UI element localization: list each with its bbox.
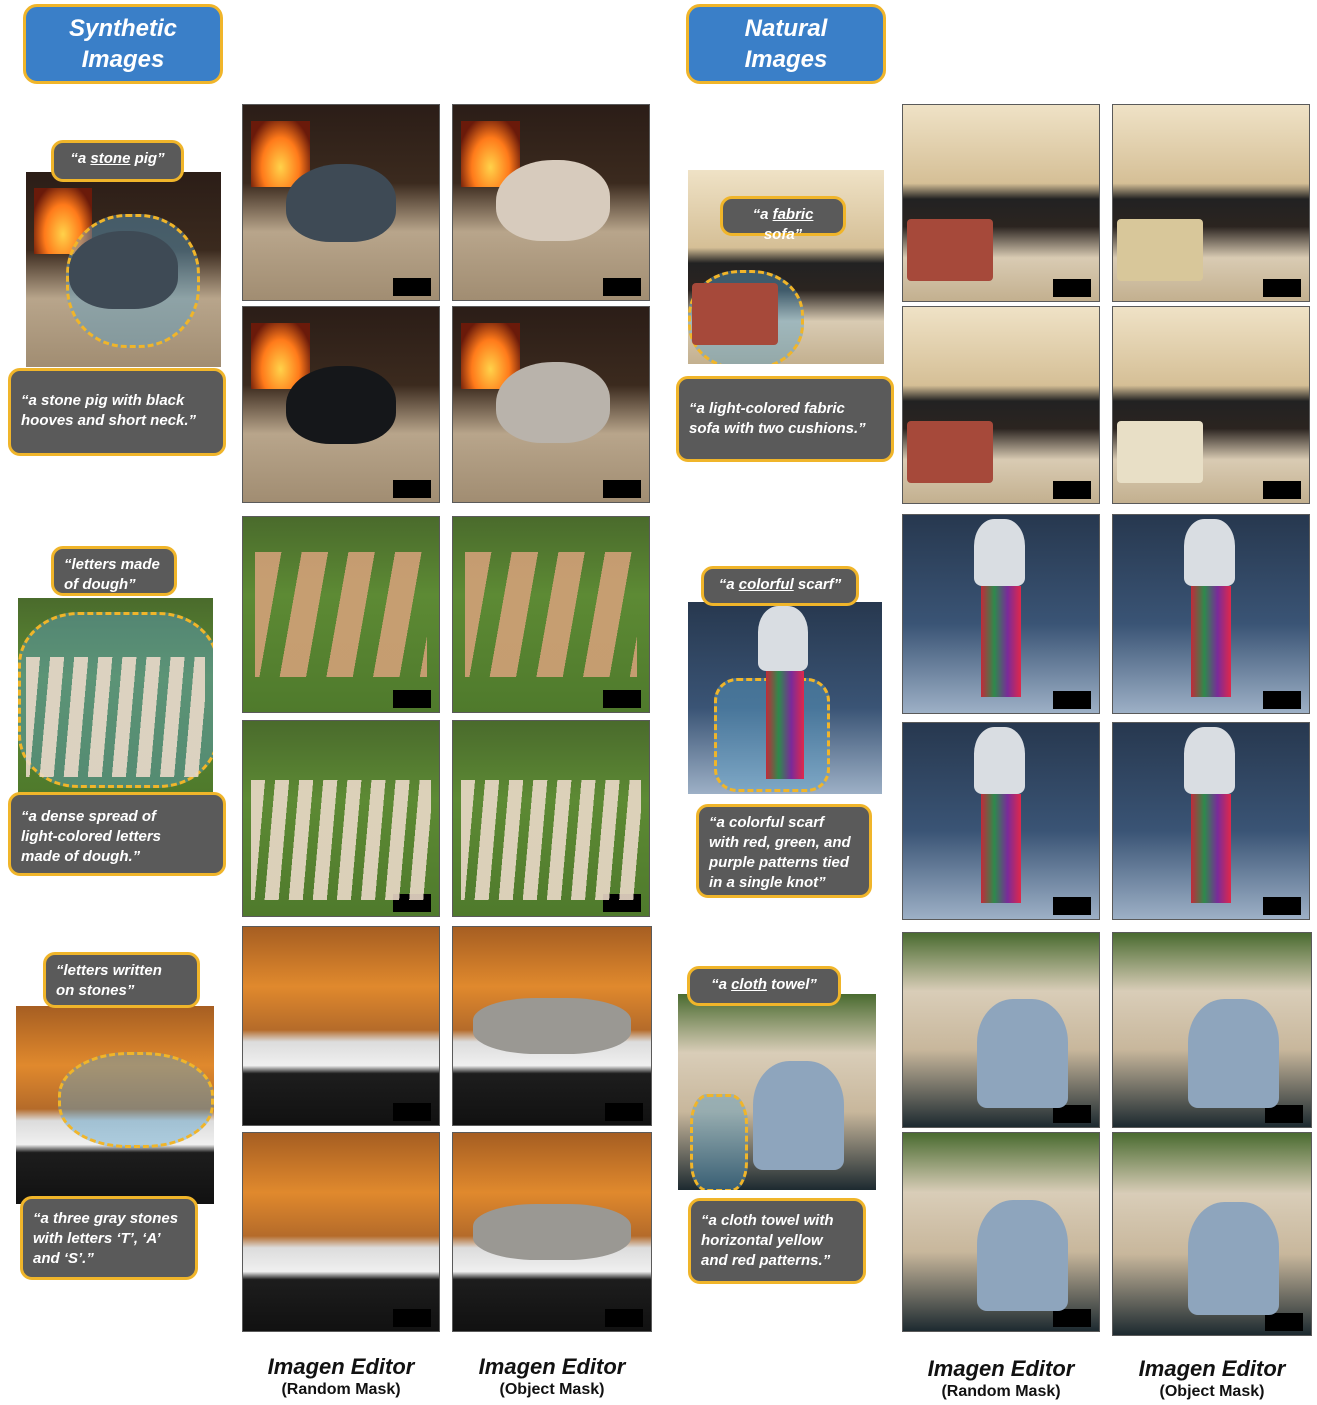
long-prompt-bubble: “a light-colored fabric sofa with two cu…	[676, 376, 894, 462]
long-prompt-bubble: “a cloth towel with horizontal yellow an…	[688, 1198, 866, 1284]
prompt-line: with letters ‘T’, ‘A’	[33, 1230, 161, 1247]
column-subtitle: (Random Mask)	[941, 1383, 1061, 1400]
column-label-object-right: Imagen Editor (Object Mask)	[1112, 1356, 1312, 1402]
column-subtitle: (Object Mask)	[499, 1381, 605, 1398]
column-label-random-left: Imagen Editor (Random Mask)	[242, 1354, 440, 1400]
object-mask	[714, 678, 830, 792]
column-subtitle: (Random Mask)	[281, 1381, 401, 1398]
header-line: Natural	[744, 15, 828, 42]
result-image	[1112, 1132, 1312, 1336]
object-mask	[18, 612, 213, 788]
result-image	[902, 104, 1100, 302]
synthetic-images-header: Synthetic Images	[23, 4, 223, 84]
prompt-line: “letters written	[56, 962, 162, 979]
result-image	[242, 306, 440, 503]
prompt-line: and ‘S’.”	[33, 1250, 94, 1267]
result-image	[902, 722, 1100, 920]
result-image	[1112, 932, 1312, 1128]
prompt-line: “a dense spread of	[21, 808, 157, 825]
header-line: Images	[81, 46, 165, 73]
prompt-line: with red, green, and	[709, 834, 851, 851]
result-image	[452, 1132, 652, 1332]
result-image	[452, 720, 650, 917]
short-prompt-bubble: “a stone pig”	[51, 140, 184, 182]
object-mask	[58, 1052, 214, 1148]
result-image	[242, 926, 440, 1126]
prompt-line: on stones”	[56, 982, 135, 999]
object-mask	[688, 270, 804, 364]
short-prompt-bubble: “a cloth towel”	[687, 966, 841, 1006]
prompt-text: pig”	[130, 150, 165, 167]
result-image	[242, 720, 440, 917]
column-title: Imagen Editor	[1138, 1356, 1286, 1381]
result-image	[1112, 514, 1310, 714]
prompt-keyword: cloth	[731, 976, 767, 993]
natural-images-header: Natural Images	[686, 4, 886, 84]
prompt-text: “a	[752, 206, 773, 223]
result-image	[452, 104, 650, 301]
result-image	[902, 1132, 1100, 1332]
prompt-line: “a three gray stones	[33, 1210, 179, 1227]
long-prompt-bubble: “a three gray stones with letters ‘T’, ‘…	[20, 1196, 198, 1280]
result-image	[902, 932, 1100, 1128]
prompt-keyword: stone	[90, 150, 131, 167]
result-image	[242, 516, 440, 713]
input-image-stones	[16, 1006, 214, 1204]
prompt-line: purple patterns tied	[709, 854, 850, 871]
prompt-line: “a colorful scarf	[709, 814, 825, 831]
input-image-towel	[678, 994, 876, 1190]
input-image-dough	[18, 598, 213, 793]
column-subtitle: (Object Mask)	[1159, 1383, 1265, 1400]
prompt-line: of dough”	[64, 576, 136, 593]
prompt-text: sofa”	[763, 226, 803, 243]
column-label-random-right: Imagen Editor (Random Mask)	[902, 1356, 1100, 1402]
short-prompt-bubble: “letters written on stones”	[43, 952, 200, 1008]
result-image	[242, 104, 440, 301]
long-prompt-bubble: “a colorful scarf with red, green, and p…	[696, 804, 872, 898]
prompt-keyword: fabric	[772, 206, 814, 223]
prompt-text: “a	[711, 976, 732, 993]
short-prompt-bubble: “letters made of dough”	[51, 546, 177, 596]
result-image	[452, 306, 650, 503]
prompt-line: horizontal yellow	[701, 1232, 823, 1249]
result-image	[902, 514, 1100, 714]
header-line: Images	[744, 46, 828, 73]
prompt-text: towel”	[766, 976, 817, 993]
prompt-keyword: colorful	[738, 576, 794, 593]
input-image-pig	[26, 172, 221, 367]
prompt-text: “a	[718, 576, 739, 593]
prompt-line: sofa with two cushions.”	[689, 420, 866, 437]
column-label-object-left: Imagen Editor (Object Mask)	[452, 1354, 652, 1400]
result-image	[452, 516, 650, 713]
long-prompt-bubble: “a dense spread of light-colored letters…	[8, 792, 226, 876]
header-line: Synthetic	[68, 15, 178, 42]
result-image	[1112, 722, 1310, 920]
short-prompt-bubble: “a colorful scarf”	[701, 566, 859, 606]
long-prompt-bubble: “a stone pig with black hooves and short…	[8, 368, 226, 456]
column-title: Imagen Editor	[927, 1356, 1075, 1381]
prompt-line: “a light-colored fabric	[689, 400, 845, 417]
prompt-text: scarf”	[793, 576, 842, 593]
prompt-line: “a cloth towel with	[701, 1212, 834, 1229]
object-mask	[690, 1094, 748, 1190]
result-image	[242, 1132, 440, 1332]
result-image	[1112, 306, 1310, 504]
prompt-line: “letters made	[64, 556, 160, 573]
short-prompt-bubble: “a fabric sofa”	[720, 196, 846, 243]
input-image-scarf	[688, 602, 882, 794]
result-image	[1112, 104, 1310, 302]
column-title: Imagen Editor	[267, 1354, 415, 1379]
prompt-line: and red patterns.”	[701, 1252, 831, 1269]
prompt-line: made of dough.”	[21, 848, 141, 865]
column-title: Imagen Editor	[478, 1354, 626, 1379]
object-mask	[66, 214, 200, 348]
result-image	[452, 926, 652, 1126]
prompt-line: hooves and short neck.”	[21, 412, 197, 429]
prompt-line: “a stone pig with black	[21, 392, 185, 409]
prompt-line: light-colored letters	[21, 828, 162, 845]
prompt-text: “a	[70, 150, 91, 167]
prompt-line: in a single knot”	[709, 874, 826, 891]
result-image	[902, 306, 1100, 504]
